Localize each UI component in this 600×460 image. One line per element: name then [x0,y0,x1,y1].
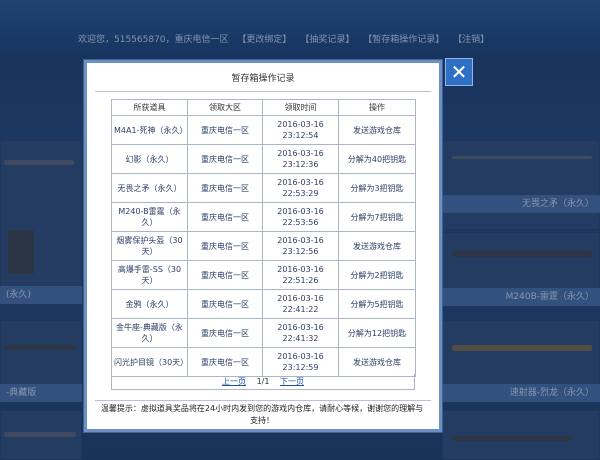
table-row: 高爆手雷-SS（30天） 重庆电信一区 2016-03-16 22:51:26 分解为2… [111,260,416,290]
table-row: 无畏之矛（永久） 重庆电信一区 2016-03-16 22:53:29 分解为3把钥匙 [111,173,416,203]
tip-divider [95,400,431,401]
table-row: 烟雾保护头盔（30天） 重庆电信一区 2016-03-16 23:12:56 发送游戏仓… [111,231,416,261]
region-cell: 重庆电信一区 [187,115,263,145]
action-cell: 分解为40把钥匙 [338,144,416,174]
region-cell: 重庆电信一区 [187,173,263,203]
action-cell: 发送游戏仓库 [338,347,416,377]
clock-text: 22:53:29 [282,189,319,198]
time-cell: 2016-03-16 23:12:54 [262,115,339,145]
modal-title: 暂存箱操作记录 [231,74,295,84]
time-cell: 2016-03-16 22:41:32 [262,318,339,348]
prev-page-link[interactable]: 上一页 [222,377,246,386]
action-cell: 分解为7把钥匙 [338,202,416,232]
reminder-tip: 温馨提示：虚拟道具奖品将在24小时内发到您的游戏内仓库，请耐心等候，谢谢您的理解… [100,404,424,425]
clock-text: 22:41:32 [282,334,319,343]
time-cell: 2016-03-16 22:53:29 [262,173,339,203]
date-text: 2016-03-16 [277,178,324,187]
column-header-region: 领取大区 [187,99,263,116]
clock-text: 23:12:59 [282,363,319,372]
table-header-row: 所获道具 领取大区 领取时间 操作 [111,99,416,116]
item-cell: 高爆手雷-SS（30天） [111,260,188,290]
item-cell: M240-B雷霆（永久） [111,202,188,232]
action-cell: 分解为3把钥匙 [338,173,416,203]
item-cell: 金鸦（永久） [111,289,188,319]
clock-text: 23:12:36 [282,160,319,169]
action-cell: 分解为2把钥匙 [338,260,416,290]
table-row: 金鸦（永久） 重庆电信一区 2016-03-16 22:41:22 分解为5把钥匙 [111,289,416,319]
action-cell: 分解为12把钥匙 [338,318,416,348]
time-cell: 2016-03-16 23:12:36 [262,144,339,174]
records-table: 所获道具 领取大区 领取时间 操作 M4A1-死神（永久） 重庆电信一区 2016-… [111,99,416,377]
item-cell: 幻影（永久） [111,144,188,174]
column-header-item: 所获道具 [111,99,188,116]
time-cell: 2016-03-16 23:12:56 [262,231,339,261]
item-cell: 烟雾保护头盔（30天） [111,231,188,261]
region-cell: 重庆电信一区 [187,347,263,377]
region-cell: 重庆电信一区 [187,144,263,174]
pagination: 上一页 1/1 下一页 [111,374,415,390]
table-row: M240-B雷霆（永久） 重庆电信一区 2016-03-16 22:53:56 分解为7… [111,202,416,232]
page-indicator: 1/1 [256,377,270,386]
time-cell: 2016-03-16 23:12:59 [262,347,339,377]
storage-records-modal: 暂存箱操作记录 所获道具 领取大区 领取时间 操作 M4A1-死神（永久） 重庆电… [84,60,442,432]
region-cell: 重庆电信一区 [187,260,263,290]
date-text: 2016-03-16 [277,207,324,216]
column-header-time: 领取时间 [262,99,339,116]
region-cell: 重庆电信一区 [187,318,263,348]
date-text: 2016-03-16 [277,120,324,129]
item-cell: 金牛座-典藏版（永久） [111,318,188,348]
next-page-link[interactable]: 下一页 [280,377,304,386]
item-cell: M4A1-死神（永久） [111,115,188,145]
close-icon[interactable]: ✕ [445,58,473,86]
action-cell: 发送游戏仓库 [338,231,416,261]
time-cell: 2016-03-16 22:41:22 [262,289,339,319]
date-text: 2016-03-16 [277,236,324,245]
action-cell: 分解为5把钥匙 [338,289,416,319]
clock-text: 23:12:56 [282,247,319,256]
table-row: 金牛座-典藏版（永久） 重庆电信一区 2016-03-16 22:41:32 分解为12… [111,318,416,348]
table-row: 幻影（永久） 重庆电信一区 2016-03-16 23:12:36 分解为40把钥匙 [111,144,416,174]
clock-text: 22:53:56 [282,218,319,227]
title-divider [95,91,431,92]
clock-text: 22:41:22 [282,305,319,314]
date-text: 2016-03-16 [277,352,324,361]
clock-text: 23:12:54 [282,131,319,140]
date-text: 2016-03-16 [277,149,324,158]
region-cell: 重庆电信一区 [187,231,263,261]
region-cell: 重庆电信一区 [187,202,263,232]
column-header-action: 操作 [338,99,416,116]
time-cell: 2016-03-16 22:51:26 [262,260,339,290]
region-cell: 重庆电信一区 [187,289,263,319]
table-row: 闪光护目镜（30天） 重庆电信一区 2016-03-16 23:12:59 发送游戏仓库 [111,347,416,377]
date-text: 2016-03-16 [277,323,324,332]
item-cell: 闪光护目镜（30天） [111,347,188,377]
time-cell: 2016-03-16 22:53:56 [262,202,339,232]
action-cell: 发送游戏仓库 [338,115,416,145]
date-text: 2016-03-16 [277,265,324,274]
date-text: 2016-03-16 [277,294,324,303]
table-row: M4A1-死神（永久） 重庆电信一区 2016-03-16 23:12:54 发送游戏仓… [111,115,416,145]
item-cell: 无畏之矛（永久） [111,173,188,203]
clock-text: 22:51:26 [282,276,319,285]
